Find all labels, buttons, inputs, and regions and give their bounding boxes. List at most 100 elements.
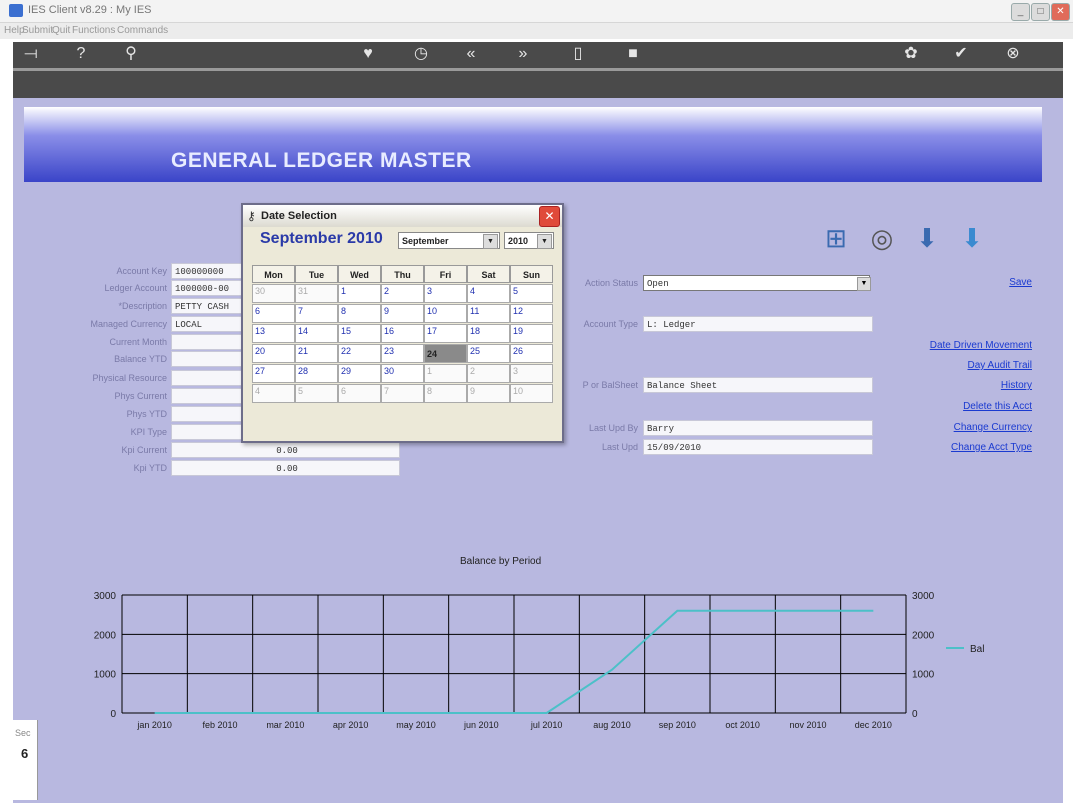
menu-functions[interactable]: Functions <box>72 25 115 36</box>
delete-account-link[interactable]: Delete this Acct <box>832 401 1032 412</box>
calendar-day[interactable]: 1 <box>338 284 381 303</box>
date-driven-movement-link[interactable]: Date Driven Movement <box>832 340 1032 351</box>
weekday-header: Wed <box>338 265 381 283</box>
x-tick-label: nov 2010 <box>789 720 826 730</box>
date-selection-dialog: ⚷ Date Selection ✕ September 2010 Septem… <box>241 203 564 443</box>
maximize-icon[interactable]: □ <box>1031 3 1050 21</box>
calendar-day[interactable]: 13 <box>252 324 295 343</box>
change-currency-link[interactable]: Change Currency <box>832 422 1032 433</box>
calendar-day[interactable]: 12 <box>510 304 553 323</box>
calendar-day[interactable]: 8 <box>338 304 381 323</box>
calendar-day[interactable]: 5 <box>510 284 553 303</box>
settings-icon[interactable]: ✿ <box>887 44 935 100</box>
stop-icon[interactable]: ■ <box>609 44 657 100</box>
day-audit-trail-link[interactable]: Day Audit Trail <box>832 360 1032 371</box>
calendar-day[interactable]: 8 <box>424 384 467 403</box>
document-icon[interactable]: ▯ <box>554 44 602 100</box>
calendar-day[interactable]: 5 <box>295 384 338 403</box>
x-tick-label: jun 2010 <box>463 720 499 730</box>
change-account-type-link[interactable]: Change Acct Type <box>832 442 1032 453</box>
calendar-day[interactable]: 22 <box>338 344 381 363</box>
calendar-day[interactable]: 15 <box>338 324 381 343</box>
field-label: Kpi Current <box>121 445 167 455</box>
calendar-day[interactable]: 28 <box>295 364 338 383</box>
menu-submit[interactable]: Submit <box>22 25 53 36</box>
calendar-day[interactable]: 6 <box>338 384 381 403</box>
calendar-day[interactable]: 3 <box>510 364 553 383</box>
calendar-day[interactable]: 3 <box>424 284 467 303</box>
hierarchy-icon[interactable]: ⊞ <box>816 218 856 258</box>
globe-icon[interactable]: ◎ <box>862 218 902 258</box>
calendar-day[interactable]: 30 <box>381 364 424 383</box>
heart-icon[interactable]: ♥ <box>344 44 392 100</box>
side-status-panel: Sec 6 <box>13 720 38 800</box>
field-input[interactable]: 0.00 <box>171 442 400 458</box>
download-icon[interactable]: ⬇ <box>907 218 947 258</box>
calendar-day[interactable]: 30 <box>252 284 295 303</box>
minimize-icon[interactable]: _ <box>1011 3 1030 21</box>
calendar-day[interactable]: 4 <box>467 284 510 303</box>
calendar-day[interactable]: 10 <box>510 384 553 403</box>
calendar-day[interactable]: 2 <box>381 284 424 303</box>
weekday-header: Mon <box>252 265 295 283</box>
y-tick-label-left: 0 <box>110 709 116 720</box>
year-select[interactable]: 2010 ▼ <box>504 232 554 249</box>
chevron-down-icon: ▼ <box>483 234 498 249</box>
import-icon[interactable]: ⬇ <box>952 218 992 258</box>
field-label: Managed Currency <box>90 319 167 329</box>
field-label: KPI Type <box>130 427 167 437</box>
close-icon[interactable]: ⊗ <box>989 44 1037 100</box>
calendar-day[interactable]: 9 <box>467 384 510 403</box>
key-icon[interactable]: ⟞ <box>7 44 55 100</box>
calendar-day[interactable]: 27 <box>252 364 295 383</box>
x-tick-label: oct 2010 <box>725 720 760 730</box>
menu-commands[interactable]: Commands <box>117 25 168 36</box>
confirm-icon[interactable]: ✔ <box>937 44 985 100</box>
field-label: Balance YTD <box>114 354 167 364</box>
field-input[interactable]: L: Ledger <box>643 316 873 332</box>
calendar-day[interactable]: 7 <box>295 304 338 323</box>
calendar-day[interactable]: 16 <box>381 324 424 343</box>
history-link[interactable]: History <box>832 380 1032 391</box>
search-icon[interactable]: ⚲ <box>107 44 155 100</box>
calendar-day[interactable]: 2 <box>467 364 510 383</box>
calendar-day[interactable]: 26 <box>510 344 553 363</box>
calendar-day[interactable]: 6 <box>252 304 295 323</box>
field-label: Kpi YTD <box>133 463 167 473</box>
calendar-day[interactable]: 29 <box>338 364 381 383</box>
field-label: Last Upd <box>601 442 638 452</box>
forward-icon[interactable]: » <box>499 44 547 100</box>
x-tick-label: may 2010 <box>396 720 436 730</box>
field-input[interactable]: 0.00 <box>171 460 400 476</box>
calendar-day[interactable]: 17 <box>424 324 467 343</box>
calendar-day[interactable]: 9 <box>381 304 424 323</box>
month-select[interactable]: September ▼ <box>398 232 500 249</box>
calendar-day[interactable]: 4 <box>252 384 295 403</box>
y-tick-label-right: 1000 <box>912 670 935 681</box>
calendar-day[interactable]: 7 <box>381 384 424 403</box>
help-icon[interactable]: ? <box>57 44 105 100</box>
calendar-day[interactable]: 23 <box>381 344 424 363</box>
calendar-day[interactable]: 19 <box>510 324 553 343</box>
calendar-day[interactable]: 20 <box>252 344 295 363</box>
close-window-icon[interactable]: ✕ <box>1051 3 1070 21</box>
calendar-day[interactable]: 14 <box>295 324 338 343</box>
calendar-day[interactable]: 10 <box>424 304 467 323</box>
calendar-day[interactable]: 21 <box>295 344 338 363</box>
back-icon[interactable]: « <box>447 44 495 100</box>
clock-icon[interactable]: ◷ <box>397 44 445 100</box>
calendar-day[interactable]: 25 <box>467 344 510 363</box>
save-link[interactable]: Save <box>832 277 1032 288</box>
field-label: Account Key <box>116 266 167 276</box>
calendar-day[interactable]: 31 <box>295 284 338 303</box>
chevron-down-icon: ▼ <box>537 234 552 249</box>
calendar-day[interactable]: 11 <box>467 304 510 323</box>
calendar-day[interactable]: 1 <box>424 364 467 383</box>
calendar-day[interactable]: 18 <box>467 324 510 343</box>
menu-quit[interactable]: Quit <box>52 25 70 36</box>
dialog-close-button[interactable]: ✕ <box>539 206 560 227</box>
month-select-value: September <box>402 236 449 246</box>
balance-chart: 3000 3000 2000 2000 1000 1000 0 0 jan 2010 feb 20… <box>94 591 985 730</box>
calendar-day[interactable]: 24 <box>424 344 467 363</box>
status-glyph: 6 <box>21 746 29 761</box>
